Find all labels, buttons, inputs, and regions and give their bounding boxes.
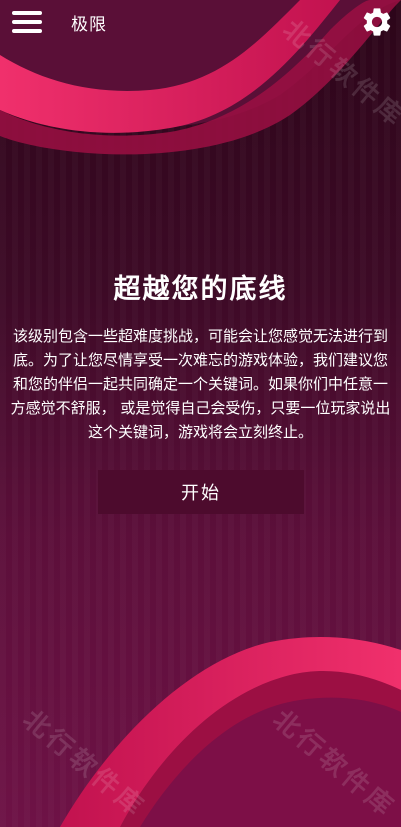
hamburger-menu-icon[interactable] xyxy=(12,9,42,35)
gear-icon[interactable] xyxy=(360,5,394,39)
extreme-level-screen: 北行软件库 北行软件库 北行软件库 极限 超越您的底线 该级别包含一些超难度挑战… xyxy=(0,0,401,827)
level-heading: 超越您的底线 xyxy=(113,274,288,305)
start-button[interactable]: 开始 xyxy=(98,470,304,514)
level-description: 该级别包含一些超难度挑战，可能会让您感觉无法进行到底。为了让您尽情享受一次难忘的… xyxy=(10,327,391,441)
page-title: 极限 xyxy=(71,15,107,35)
level-intro-content: 超越您的底线 该级别包含一些超难度挑战，可能会让您感觉无法进行到底。为了让您尽情… xyxy=(0,270,401,444)
top-app-bar: 极限 xyxy=(0,0,401,44)
